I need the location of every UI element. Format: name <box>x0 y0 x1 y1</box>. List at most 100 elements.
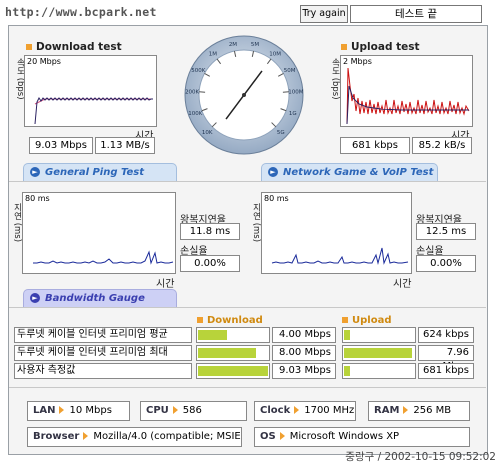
lan-info: LAN 10 Mbps <box>27 401 130 421</box>
tab-ping-label: General Ping Test <box>45 167 145 178</box>
tab-general-ping-test[interactable]: ► General Ping Test <box>23 163 177 181</box>
bandwidth-row-name: 두루넷 케이블 인터넷 프리미엄 최대 <box>14 345 192 361</box>
download-graph: 20 Mbps <box>24 55 157 127</box>
cpu-value: 586 <box>182 405 202 416</box>
ram-value: 256 MB <box>413 405 452 416</box>
gauge-tick-label: 100K <box>188 111 202 117</box>
bullet-icon <box>341 44 347 50</box>
gauge-tick-label: 100M <box>288 89 303 95</box>
browser-label: Browser <box>33 431 80 442</box>
gauge-tick-label: 500K <box>191 68 205 74</box>
gauge-tick-label: 10M <box>269 51 281 57</box>
download-bar-fill <box>198 348 256 358</box>
ping-rtt-value: 11.8 ms <box>180 223 240 240</box>
download-bar <box>196 363 270 379</box>
ping-loss-value: 0.00% <box>180 255 240 272</box>
browser-value: Mozilla/4.0 (compatible; MSIE 6.0 <box>93 431 241 442</box>
bullet-icon <box>197 317 203 323</box>
upload-title-text: Upload test <box>351 41 420 53</box>
upload-speed-line-red <box>346 67 470 125</box>
triangle-right-icon <box>294 406 300 414</box>
ping-graph: 80 ms <box>22 192 176 274</box>
game-latency-line <box>271 247 409 265</box>
download-speed-mbps: 9.03 Mbps <box>29 137 93 154</box>
speed-gauge: 10K 100K 200K 500K 1M 2M 5M 10M 50M 100M 1G 5G <box>183 34 305 156</box>
game-rtt-value: 12.5 ms <box>416 223 476 240</box>
download-speed-line <box>34 97 153 125</box>
gauge-tick-label: 1M <box>209 51 217 57</box>
triangle-right-icon <box>279 432 285 440</box>
bandwidth-upload-header-text: Upload <box>352 315 392 326</box>
try-again-button[interactable]: Try again <box>300 5 348 23</box>
browser-info: Browser Mozilla/4.0 (compatible; MSIE 6.0 <box>27 427 242 447</box>
gauge-hub <box>242 93 246 97</box>
gauge-tick-label: 200K <box>185 89 199 95</box>
tab-bandwidth-gauge[interactable]: ► Bandwidth Gauge <box>23 289 177 307</box>
cpu-info: CPU 586 <box>140 401 247 421</box>
clock-info: Clock 1700 MHz <box>254 401 356 421</box>
download-speed-mbs: 1.13 MB/s <box>95 137 155 154</box>
upload-test-title: Upload test <box>341 41 420 53</box>
os-label: OS <box>260 431 276 442</box>
upload-speed-kbs: 85.2 kB/s <box>412 137 472 154</box>
os-value: Microsoft Windows XP <box>289 431 400 442</box>
triangle-right-icon <box>59 406 65 414</box>
gauge-tick-label: 5G <box>277 130 285 136</box>
bandwidth-upload-header: Upload <box>342 315 391 326</box>
upload-bar-fill <box>344 330 350 340</box>
clock-value: 1700 MHz <box>304 405 355 416</box>
arrow-right-icon: ► <box>268 167 278 177</box>
lan-value: 10 Mbps <box>69 405 112 416</box>
cpu-label: CPU <box>146 405 169 416</box>
upload-bar-value: 624 kbps <box>418 327 474 343</box>
tab-network-game-voip-test[interactable]: ► Network Game & VoIP Test <box>261 163 438 181</box>
arrow-right-icon: ► <box>30 293 40 303</box>
download-bar-value: 8.00 Mbps <box>272 345 336 361</box>
triangle-right-icon <box>172 406 178 414</box>
tab-bandwidth-label: Bandwidth Gauge <box>45 293 145 304</box>
upload-bar <box>342 345 416 361</box>
triangle-right-icon <box>83 432 89 440</box>
divider <box>9 307 486 308</box>
upload-speed-kbps: 681 kbps <box>340 137 410 154</box>
upload-bar-fill <box>344 366 350 376</box>
arrow-right-icon: ► <box>30 167 40 177</box>
divider <box>9 181 486 182</box>
download-bar <box>196 345 270 361</box>
download-title-text: Download test <box>36 41 122 53</box>
bullet-icon <box>26 44 32 50</box>
ram-info: RAM 256 MB <box>368 401 470 421</box>
tab-network-label: Network Game & VoIP Test <box>283 167 434 178</box>
game-x-axis-label: 시간 <box>393 279 412 290</box>
download-bar <box>196 327 270 343</box>
gauge-tick-label: 50M <box>284 68 296 74</box>
upload-bar <box>342 363 416 379</box>
game-graph: 80 ms <box>261 192 412 274</box>
gauge-tick-label: 10K <box>202 130 213 136</box>
bandwidth-download-header: Download <box>197 315 263 326</box>
ram-label: RAM <box>374 405 400 416</box>
game-loss-value: 0.00% <box>416 255 476 272</box>
lan-label: LAN <box>33 405 56 416</box>
download-bar-value: 9.03 Mbps <box>272 363 336 379</box>
bullet-icon <box>342 317 348 323</box>
clock-label: Clock <box>260 405 291 416</box>
download-bar-value: 4.00 Mbps <box>272 327 336 343</box>
upload-bar-value: 7.96 Mbps <box>418 345 474 372</box>
divider <box>9 387 486 388</box>
ping-x-axis-label: 시간 <box>156 279 175 290</box>
os-info: OS Microsoft Windows XP <box>254 427 470 447</box>
watermark-text: http://www.bcpark.net <box>5 5 157 19</box>
gauge-tick-label: 5M <box>251 42 259 48</box>
download-test-title: Download test <box>26 41 122 53</box>
upload-bar-fill <box>344 348 412 358</box>
bandwidth-row-name: 두루넷 케이블 인터넷 프리미엄 평균 <box>14 327 192 343</box>
upload-bar <box>342 327 416 343</box>
download-bar-fill <box>198 330 227 340</box>
upload-bar-value: 681 kbps <box>418 363 474 379</box>
location-timestamp: 중랑구 / 2002-10-15 09:52:02 <box>345 451 496 463</box>
triangle-right-icon <box>403 406 409 414</box>
bandwidth-download-header-text: Download <box>207 315 263 326</box>
upload-graph: 2 Mbps <box>340 55 473 127</box>
download-bar-fill <box>198 366 268 376</box>
